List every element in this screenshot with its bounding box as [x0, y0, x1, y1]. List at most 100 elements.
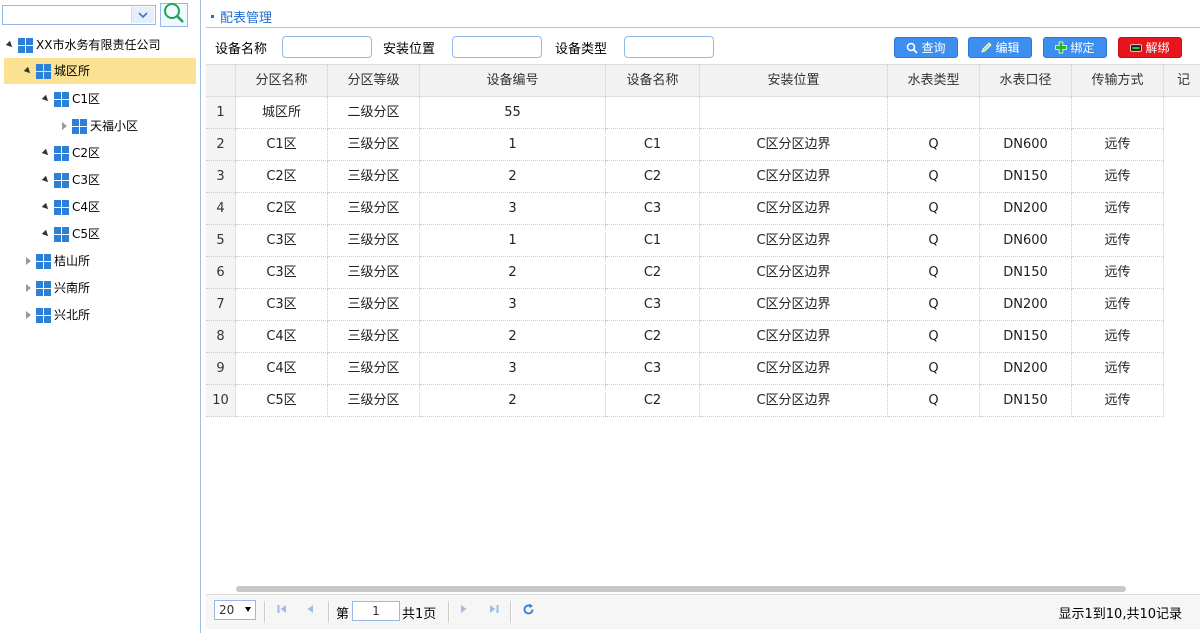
table-cell: DN150	[980, 321, 1072, 353]
column-header[interactable]: 安装位置	[700, 65, 888, 97]
table-cell: 三级分区	[328, 193, 420, 225]
folder-icon	[54, 173, 69, 188]
table-cell: 2	[420, 321, 606, 353]
prev-page-button[interactable]	[302, 602, 318, 620]
table-cell: Q	[888, 289, 980, 321]
tree-node[interactable]: XX市水务有限责任公司	[0, 32, 200, 58]
pager-separator	[510, 601, 512, 623]
table-cell: C2	[606, 161, 700, 193]
table-row[interactable]: 4 C2区 三级分区 3 C3 C区分区边界 Q DN200 远传	[206, 193, 1200, 225]
table-row[interactable]: 3 C2区 三级分区 2 C2 C区分区边界 Q DN150 远传	[206, 161, 1200, 193]
table-cell: 远传	[1072, 225, 1164, 257]
table-cell	[1072, 97, 1164, 129]
table-cell: 远传	[1072, 257, 1164, 289]
bullet-icon	[211, 15, 214, 18]
expand-closed-icon[interactable]	[22, 302, 34, 328]
tree-node[interactable]: 城区所	[4, 58, 196, 84]
expand-open-icon[interactable]	[4, 32, 16, 58]
table-cell: 远传	[1072, 385, 1164, 417]
table-cell: 1	[420, 225, 606, 257]
column-header[interactable]: 分区名称	[236, 65, 328, 97]
column-header[interactable]: 分区等级	[328, 65, 420, 97]
table-cell: C区分区边界	[700, 321, 888, 353]
expand-open-icon[interactable]	[22, 58, 34, 84]
tree-node[interactable]: C2区	[0, 140, 200, 166]
column-header[interactable]: 记	[1164, 65, 1200, 97]
table-row[interactable]: 5 C3区 三级分区 1 C1 C区分区边界 Q DN600 远传	[206, 225, 1200, 257]
column-header[interactable]: 设备编号	[420, 65, 606, 97]
table-cell: C区分区边界	[700, 353, 888, 385]
column-header[interactable]: 水表类型	[888, 65, 980, 97]
table-cell: 远传	[1072, 129, 1164, 161]
column-header[interactable]: 水表口径	[980, 65, 1072, 97]
folder-icon	[36, 64, 51, 79]
column-header[interactable]: 设备名称	[606, 65, 700, 97]
expand-open-icon[interactable]	[40, 86, 52, 112]
expand-open-icon[interactable]	[40, 194, 52, 220]
table-row[interactable]: 1 城区所 二级分区 55	[206, 97, 1200, 129]
tree-search-button[interactable]	[160, 3, 188, 27]
prev-page-icon	[304, 603, 316, 619]
install-location-input[interactable]	[452, 36, 542, 58]
tree-node-label: 桔山所	[54, 254, 91, 268]
row-number: 9	[206, 353, 236, 385]
table-row[interactable]: 9 C4区 三级分区 3 C3 C区分区边界 Q DN200 远传	[206, 353, 1200, 385]
expand-open-icon[interactable]	[40, 221, 52, 247]
tree-node[interactable]: 兴南所	[0, 275, 200, 301]
tree-node-label: 天福小区	[90, 119, 139, 133]
horizontal-scrollbar[interactable]	[206, 584, 1200, 594]
folder-icon	[54, 200, 69, 215]
refresh-button[interactable]	[520, 602, 536, 620]
table-row[interactable]: 6 C3区 三级分区 2 C2 C区分区边界 Q DN150 远传	[206, 257, 1200, 289]
row-number: 3	[206, 161, 236, 193]
table-cell: 二级分区	[328, 97, 420, 129]
table-cell: DN600	[980, 225, 1072, 257]
table-row[interactable]: 10 C5区 三级分区 2 C2 C区分区边界 Q DN150 远传	[206, 385, 1200, 417]
first-page-icon	[276, 603, 288, 619]
table-cell: 远传	[1072, 193, 1164, 225]
dropdown-arrow-icon	[245, 607, 251, 612]
tree-node[interactable]: 天福小区	[0, 113, 200, 139]
device-name-input[interactable]	[282, 36, 372, 58]
table-cell: DN200	[980, 193, 1072, 225]
table-row[interactable]: 2 C1区 三级分区 1 C1 C区分区边界 Q DN600 远传	[206, 129, 1200, 161]
last-page-button[interactable]	[486, 602, 502, 620]
tree-node[interactable]: 兴北所	[0, 302, 200, 328]
pager-separator	[328, 601, 330, 623]
bind-button[interactable]: 绑定	[1043, 37, 1107, 58]
unbind-button[interactable]: 解绑	[1118, 37, 1182, 58]
tree-node[interactable]: C1区	[0, 86, 200, 112]
table-cell: Q	[888, 193, 980, 225]
column-header[interactable]: 传输方式	[1072, 65, 1164, 97]
first-page-button[interactable]	[274, 602, 290, 620]
device-type-label: 设备类型	[555, 42, 608, 57]
expand-open-icon[interactable]	[40, 167, 52, 193]
tree-node[interactable]: 桔山所	[0, 248, 200, 274]
next-page-button[interactable]	[456, 602, 472, 620]
chevron-down-icon[interactable]	[131, 7, 154, 23]
device-type-input[interactable]	[624, 36, 714, 58]
page-number-input[interactable]: 1	[352, 601, 400, 621]
tree-search-combobox[interactable]	[2, 5, 156, 25]
table-row[interactable]: 7 C3区 三级分区 3 C3 C区分区边界 Q DN200 远传	[206, 289, 1200, 321]
table-cell: C区分区边界	[700, 161, 888, 193]
table-row[interactable]: 8 C4区 三级分区 2 C2 C区分区边界 Q DN150 远传	[206, 321, 1200, 353]
tree-node[interactable]: C4区	[0, 194, 200, 220]
table-cell: 2	[420, 385, 606, 417]
tree-node[interactable]: C3区	[0, 167, 200, 193]
table-cell: Q	[888, 257, 980, 289]
tree-node-label: XX市水务有限责任公司	[36, 38, 161, 52]
tree-node[interactable]: C5区	[0, 221, 200, 247]
expand-closed-icon[interactable]	[22, 275, 34, 301]
expand-open-icon[interactable]	[40, 140, 52, 166]
edit-button[interactable]: 编辑	[968, 37, 1032, 58]
table-cell: C3区	[236, 289, 328, 321]
expand-closed-icon[interactable]	[22, 248, 34, 274]
minus-icon	[1130, 42, 1143, 54]
query-button[interactable]: 查询	[894, 37, 958, 58]
table-cell: Q	[888, 321, 980, 353]
scrollbar-thumb[interactable]	[236, 586, 1126, 592]
table-cell: C5区	[236, 385, 328, 417]
expand-closed-icon[interactable]	[58, 113, 70, 139]
page-size-select[interactable]: 20	[214, 600, 256, 620]
